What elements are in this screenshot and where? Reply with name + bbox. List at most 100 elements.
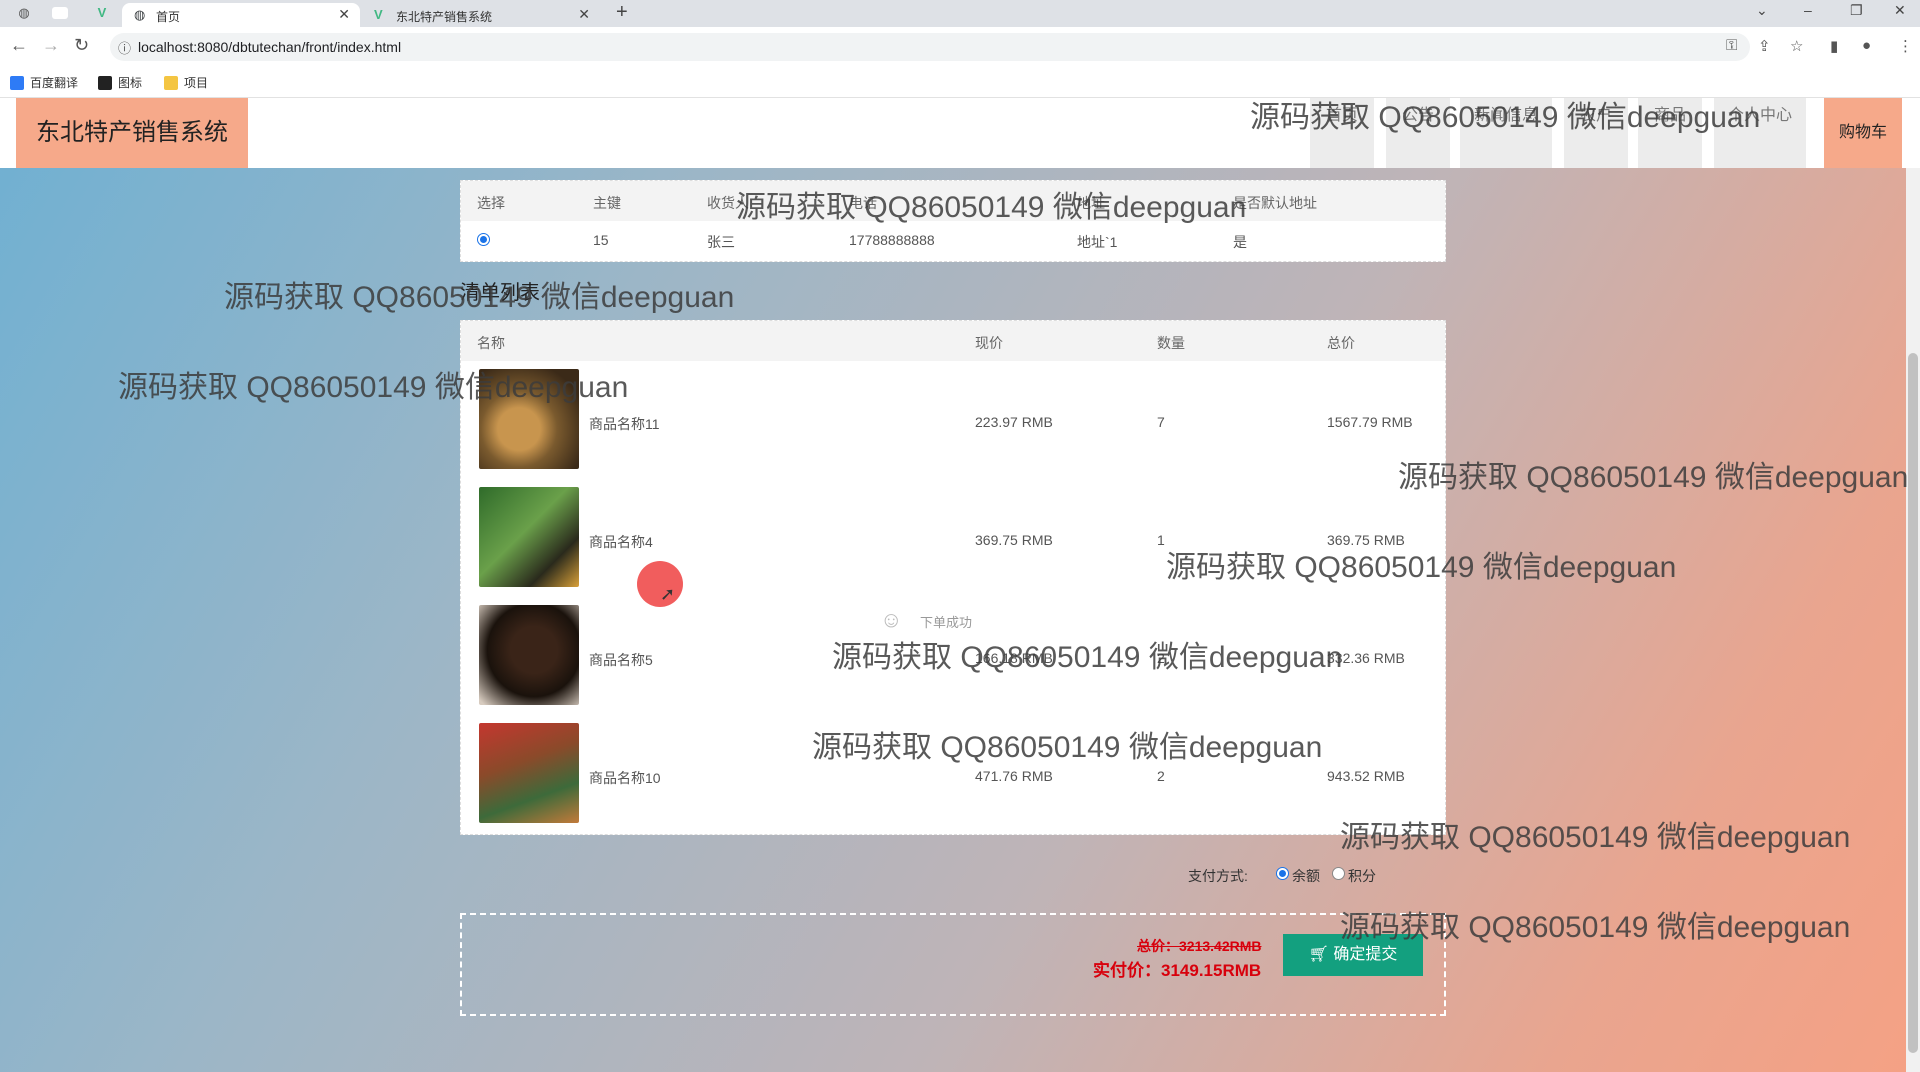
table-row[interactable]: 商品名称4 369.75 RMB 1 369.75 RMB (461, 479, 1445, 597)
payment-balance-label[interactable]: 余额 (1292, 866, 1320, 886)
col-id: 主键 (593, 195, 621, 211)
url-field[interactable]: ⓘ localhost:8080/dbtutechan/front/index.… (110, 33, 1750, 61)
scrollbar[interactable] (1906, 168, 1920, 1072)
nav-farmer[interactable]: 农户 (1564, 98, 1628, 168)
original-total: 总价：3213.42RMB (1137, 938, 1262, 954)
submit-order-button[interactable]: 🛒︎ 确定提交 (1283, 934, 1423, 976)
submit-label: 确定提交 (1333, 946, 1398, 963)
vue-icon: V (374, 7, 383, 22)
browser-tab-strip: ◍ V ◍ 首页 ✕ V 东北特产销售系统 ✕ + ⌄ – ❐ ✕ (0, 0, 1920, 27)
col-name: 名称 (477, 335, 505, 351)
back-icon[interactable]: ← (10, 35, 28, 56)
col-price: 现价 (975, 335, 1003, 351)
bookmark-icons[interactable]: 图标 (98, 74, 142, 91)
item-qty: 1 (1157, 532, 1165, 548)
site-logo[interactable]: 东北特产销售系统 (16, 98, 248, 168)
table-row[interactable]: 15 张三 17788888888 地址`1 是 (461, 221, 1445, 261)
item-name: 商品名称4 (589, 534, 653, 550)
blank-tab-icon[interactable] (52, 7, 68, 19)
smile-icon: ☺ (880, 607, 903, 632)
chevron-down-icon[interactable]: ⌄ (1756, 2, 1768, 19)
payment-points-radio[interactable] (1332, 867, 1345, 880)
item-name: 商品名称10 (589, 770, 661, 786)
reload-icon[interactable]: ↻ (74, 35, 89, 56)
item-price: 166.18 RMB (975, 650, 1053, 666)
item-total: 1567.79 RMB (1327, 414, 1413, 430)
payment-label: 支付方式: (1188, 868, 1248, 884)
item-qty: 2 (1157, 768, 1165, 784)
new-tab-icon[interactable]: + (616, 1, 628, 24)
close-icon[interactable]: ✕ (578, 6, 590, 23)
url-text: localhost:8080/dbtutechan/front/index.ht… (138, 39, 402, 55)
globe-icon[interactable]: ◍ (16, 5, 32, 21)
items-table: 名称 现价 数量 总价 商品名称11 223.97 RMB 7 1567.79 … (460, 320, 1446, 835)
minimize-icon[interactable]: – (1804, 2, 1812, 18)
globe-icon: ◍ (134, 7, 146, 22)
forward-icon[interactable]: → (42, 35, 60, 56)
tab-home[interactable]: ◍ 首页 ✕ (122, 3, 360, 27)
table-row[interactable]: 商品名称10 471.76 RMB 2 943.52 RMB (461, 715, 1445, 833)
product-image (479, 723, 579, 823)
bookmark-project[interactable]: 项目 (164, 74, 208, 91)
address-table: 选择 主键 收货人 电话 地址 是否默认地址 15 张三 17788888888… (460, 180, 1446, 262)
menu-icon[interactable]: ⋮ (1898, 37, 1913, 55)
actual-total: 实付价：3149.15RMB (1093, 961, 1262, 980)
share-icon[interactable]: ⇪ (1758, 37, 1771, 55)
address-radio[interactable] (477, 233, 490, 246)
close-icon[interactable]: ✕ (338, 6, 350, 23)
product-image (479, 487, 579, 587)
col-default: 是否默认地址 (1233, 195, 1317, 211)
col-receiver: 收货人 (707, 195, 749, 211)
col-address: 地址 (1077, 195, 1105, 211)
translate-icon (10, 76, 24, 90)
image-icon (98, 76, 112, 90)
item-qty: 2 (1157, 650, 1165, 666)
nav-products[interactable]: 商品 (1638, 98, 1702, 168)
item-total: 332.36 RMB (1327, 650, 1405, 666)
nav-cart[interactable]: 购物车 (1824, 98, 1902, 168)
toast-message: ☺ 下单成功 (866, 595, 1041, 645)
item-total: 369.75 RMB (1327, 532, 1405, 548)
folder-icon (164, 76, 178, 90)
star-icon[interactable]: ☆ (1790, 37, 1803, 55)
tab-system[interactable]: V 东北特产销售系统 ✕ (362, 3, 600, 27)
tab-title: 东北特产销售系统 (396, 10, 493, 24)
info-icon[interactable]: ⓘ (118, 38, 131, 57)
address-id: 15 (593, 232, 609, 248)
payment-points-label[interactable]: 积分 (1348, 866, 1376, 886)
watermark-text: 源码获取 QQ86050149 微信deepguan (1398, 461, 1909, 494)
item-qty: 7 (1157, 414, 1165, 430)
bookmark-baidu-translate[interactable]: 百度翻译 (10, 74, 78, 91)
page-body: 东北特产销售系统 首页 公告 新闻信息 农户 商品 个人中心 购物车 选择 主键… (0, 98, 1920, 1072)
scrollbar-thumb[interactable] (1908, 353, 1918, 1053)
close-window-icon[interactable]: ✕ (1894, 2, 1906, 19)
nav-home[interactable]: 首页 (1310, 98, 1374, 168)
item-total: 943.52 RMB (1327, 768, 1405, 784)
product-image (479, 605, 579, 705)
product-image (479, 369, 579, 469)
table-row[interactable]: 商品名称11 223.97 RMB 7 1567.79 RMB (461, 361, 1445, 479)
col-total: 总价 (1327, 335, 1355, 351)
item-price: 223.97 RMB (975, 414, 1053, 430)
col-qty: 数量 (1157, 335, 1185, 351)
cursor-icon: ➚ (660, 584, 676, 604)
nav-personal[interactable]: 个人中心 (1714, 98, 1806, 168)
address-bar-row: ← → ↻ ⓘ localhost:8080/dbtutechan/front/… (0, 27, 1920, 66)
profile-icon[interactable]: ● (1862, 37, 1871, 54)
address-text: 地址`1 (1077, 234, 1118, 250)
address-receiver: 张三 (707, 234, 735, 250)
vue-icon[interactable]: V (94, 5, 110, 21)
cart-icon: 🛒︎ (1308, 946, 1329, 963)
sidebar-icon[interactable]: ▮ (1830, 37, 1838, 55)
item-price: 369.75 RMB (975, 532, 1053, 548)
nav-notice[interactable]: 公告 (1386, 98, 1450, 168)
key-icon[interactable]: ⚿ (1726, 37, 1737, 54)
list-title: 清单列表 (460, 282, 540, 304)
restore-icon[interactable]: ❐ (1850, 2, 1863, 19)
payment-balance-radio[interactable] (1276, 867, 1289, 880)
address-phone: 17788888888 (849, 232, 935, 248)
item-name: 商品名称11 (589, 416, 660, 432)
site-header: 东北特产销售系统 首页 公告 新闻信息 农户 商品 个人中心 购物车 (0, 98, 1920, 168)
bookmarks-bar: 百度翻译 图标 项目 (0, 66, 1920, 98)
nav-news[interactable]: 新闻信息 (1460, 98, 1552, 168)
